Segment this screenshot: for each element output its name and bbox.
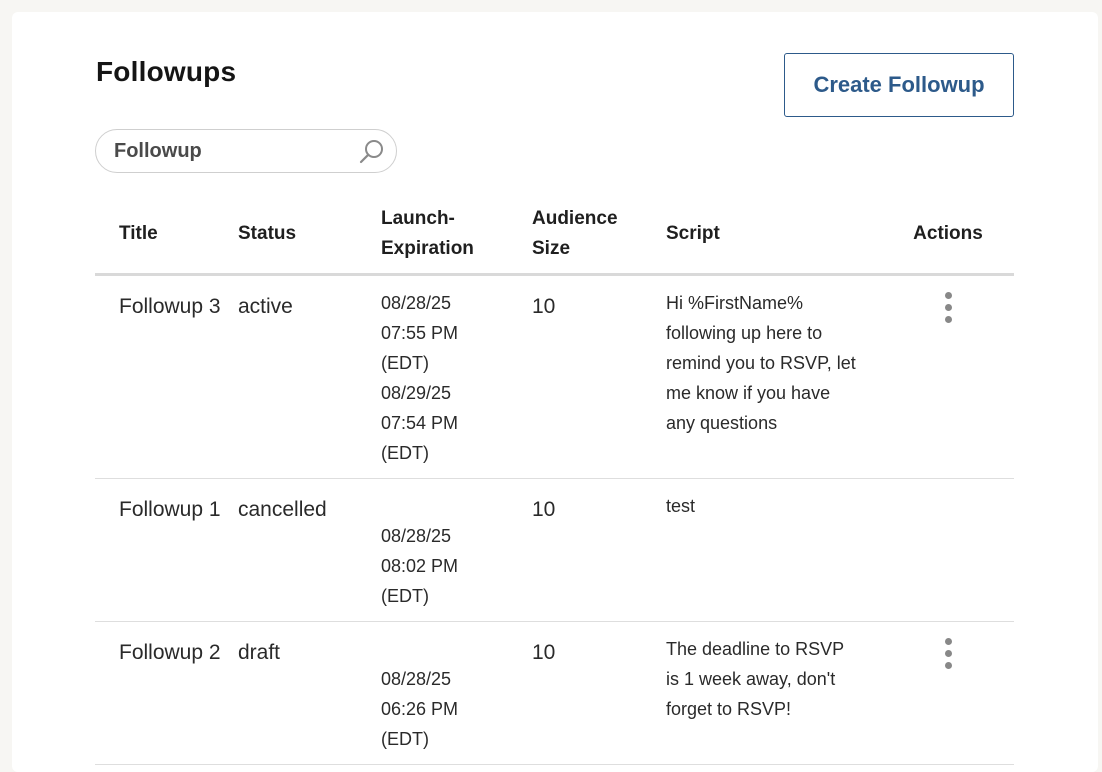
row-launch-cell: 08/28/25 07:55 PM (EDT) 08/29/25 07:54 P…	[381, 274, 532, 479]
column-header-audience-size[interactable]: Audience Size	[532, 195, 666, 276]
row-actions-cell	[882, 274, 1014, 479]
row-status: draft	[238, 641, 281, 664]
expiration-date: 08/29/25	[381, 383, 452, 403]
row-status-cell: cancelled	[238, 478, 381, 622]
launch-date: 08/28/25	[381, 293, 452, 313]
row-actions-cell	[882, 621, 1014, 765]
row-status: cancelled	[238, 498, 327, 521]
row-title: Followup 1	[119, 498, 221, 521]
row-title-cell: Followup 3	[95, 274, 238, 479]
table-row: Followup 1 cancelled 08/28/25 08:02 PM (…	[95, 478, 1014, 622]
followups-table: Title Status Launch- Expiration Audience…	[95, 195, 1014, 765]
row-script-cell: The deadline to RSVP is 1 week away, don…	[666, 621, 882, 765]
more-options-icon[interactable]	[943, 638, 953, 672]
expiration-date: 08/28/25	[381, 669, 452, 689]
row-audience-cell: 10	[532, 478, 666, 622]
expiration-timezone: (EDT)	[381, 443, 429, 463]
row-script: Hi %FirstName% following up here to remi…	[666, 293, 856, 433]
row-launch-expiration: 08/28/25 06:26 PM (EDT)	[381, 622, 532, 764]
page-title: Followups	[96, 56, 237, 87]
expiration-time: 07:54 PM	[381, 413, 459, 433]
expiration-timezone: (EDT)	[381, 586, 429, 606]
more-options-icon[interactable]	[943, 292, 953, 326]
table-row: Followup 3 active 08/28/25 07:55 PM (EDT…	[95, 274, 1014, 479]
search-input[interactable]	[114, 130, 354, 172]
row-actions-cell	[882, 478, 1014, 622]
expiration-date: 08/28/25	[381, 526, 452, 546]
expiration-time: 08:02 PM	[381, 556, 459, 576]
row-script-cell: Hi %FirstName% following up here to remi…	[666, 274, 882, 479]
row-status-cell: draft	[238, 621, 381, 765]
row-launch-expiration: 08/28/25 08:02 PM (EDT)	[381, 479, 532, 621]
column-header-status[interactable]: Status	[238, 195, 381, 276]
column-header-title[interactable]: Title	[95, 195, 238, 276]
row-audience-size: 10	[532, 295, 556, 318]
row-status-cell: active	[238, 274, 381, 479]
row-launch-cell: 08/28/25 06:26 PM (EDT)	[381, 621, 532, 765]
expiration-timezone: (EDT)	[381, 729, 429, 749]
row-title: Followup 2	[119, 641, 221, 664]
table-row: Followup 2 draft 08/28/25 06:26 PM (EDT)…	[95, 621, 1014, 765]
row-script: test	[666, 496, 696, 516]
row-script-cell: test	[666, 478, 882, 622]
row-launch-cell: 08/28/25 08:02 PM (EDT)	[381, 478, 532, 622]
launch-time: 07:55 PM	[381, 323, 459, 343]
row-script: The deadline to RSVP is 1 week away, don…	[666, 639, 844, 719]
column-header-script[interactable]: Script	[666, 195, 882, 276]
search-box[interactable]	[95, 129, 397, 173]
create-followup-button[interactable]: Create Followup	[784, 53, 1014, 117]
table-header: Title Status Launch- Expiration Audience…	[95, 195, 1014, 276]
row-status: active	[238, 295, 293, 318]
row-audience-cell: 10	[532, 274, 666, 479]
row-audience-cell: 10	[532, 621, 666, 765]
expiration-time: 06:26 PM	[381, 699, 459, 719]
launch-timezone: (EDT)	[381, 353, 429, 373]
row-title-cell: Followup 1	[95, 478, 238, 622]
row-audience-size: 10	[532, 641, 556, 664]
row-title: Followup 3	[119, 295, 221, 318]
search-icon[interactable]	[358, 138, 386, 166]
row-audience-size: 10	[532, 498, 556, 521]
followups-card: Followups Create Followup Title Status L…	[12, 12, 1098, 772]
column-header-actions: Actions	[882, 195, 1014, 276]
row-title-cell: Followup 2	[95, 621, 238, 765]
row-launch-expiration: 08/28/25 07:55 PM (EDT) 08/29/25 07:54 P…	[381, 276, 532, 478]
column-header-launch-expiration[interactable]: Launch- Expiration	[381, 195, 532, 276]
